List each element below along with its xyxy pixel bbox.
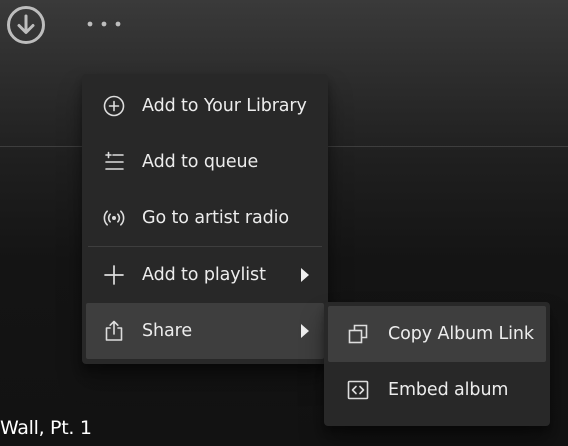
menu-item-label: Embed album xyxy=(388,380,509,400)
menu-item-add-to-library[interactable]: Add to Your Library xyxy=(86,78,324,134)
menu-item-label: Share xyxy=(142,321,193,341)
menu-item-label: Copy Album Link xyxy=(388,324,534,344)
submenu-arrow-icon xyxy=(301,324,309,338)
radio-icon xyxy=(102,206,126,230)
menu-item-label: Add to playlist xyxy=(142,265,266,285)
plus-circle-icon xyxy=(102,94,126,118)
menu-item-embed-album[interactable]: Embed album xyxy=(328,362,546,418)
menu-item-label: Go to artist radio xyxy=(142,208,289,228)
embed-icon xyxy=(346,378,370,402)
share-icon xyxy=(102,319,126,343)
menu-item-artist-radio[interactable]: Go to artist radio xyxy=(86,190,324,246)
menu-item-label: Add to queue xyxy=(142,152,259,172)
menu-item-label: Add to Your Library xyxy=(142,96,307,116)
more-options-icon[interactable] xyxy=(86,12,122,36)
share-submenu: Copy Album Link Embed album xyxy=(324,302,550,426)
download-icon[interactable] xyxy=(6,5,46,45)
queue-add-icon xyxy=(102,150,126,174)
track-title: Wall, Pt. 1 xyxy=(0,417,92,439)
context-menu: Add to Your Library Add to queue Go to a… xyxy=(82,74,328,364)
menu-item-add-to-queue[interactable]: Add to queue xyxy=(86,134,324,190)
plus-icon xyxy=(102,263,126,287)
menu-item-share[interactable]: Share xyxy=(86,303,324,359)
submenu-arrow-icon xyxy=(301,268,309,282)
menu-item-add-to-playlist[interactable]: Add to playlist xyxy=(86,247,324,303)
copy-icon xyxy=(346,322,370,346)
menu-item-copy-album-link[interactable]: Copy Album Link xyxy=(328,306,546,362)
